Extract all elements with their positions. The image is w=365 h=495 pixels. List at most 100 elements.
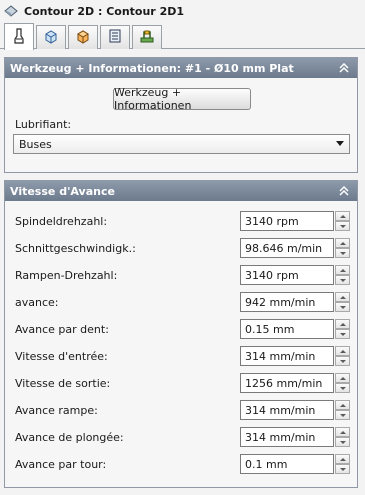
- feed-row-cutting-speed: Schnittgeschwindigk.: 98.646 m/min: [5, 238, 357, 260]
- spin-up-icon: [339, 457, 346, 461]
- collapse-chevron-icon[interactable]: [337, 61, 351, 75]
- spinner: [335, 292, 350, 312]
- feed-row-label: Rampen-Drehzahl:: [15, 269, 118, 282]
- chevron-down-icon: [336, 141, 344, 146]
- linking-icon: [139, 28, 155, 47]
- spin-down-icon: [339, 251, 346, 255]
- spinner: [335, 400, 350, 420]
- tab-linking[interactable]: [132, 25, 162, 49]
- spinner: [335, 238, 350, 258]
- spin-down-button[interactable]: [335, 410, 350, 420]
- spin-down-button[interactable]: [335, 221, 350, 231]
- spinner: [335, 265, 350, 285]
- spin-up-button[interactable]: [335, 373, 350, 383]
- feed-row-label: Avance rampe:: [15, 404, 98, 417]
- feed-row-label: Avance de plongée:: [15, 431, 124, 444]
- collapse-chevron-icon[interactable]: [337, 184, 351, 198]
- feed-panel-title: Vitesse d'Avance: [10, 184, 115, 198]
- plunge-feed-field[interactable]: 314 mm/min: [240, 427, 334, 447]
- feed-row-spindle-speed: Spindeldrehzahl: 3140 rpm: [5, 211, 357, 233]
- tool-panel: Werkzeug + Informationen: #1 - Ø10 mm Pl…: [4, 57, 358, 173]
- tab-geometry[interactable]: [36, 25, 66, 49]
- spin-down-icon: [339, 440, 346, 444]
- feed-per-tooth-field[interactable]: 0.15 mm: [240, 319, 334, 339]
- feed-row-label: avance:: [15, 296, 59, 309]
- spin-up-icon: [339, 430, 346, 434]
- spinner: [335, 211, 350, 231]
- spin-down-button[interactable]: [335, 383, 350, 393]
- spin-up-icon: [339, 403, 346, 407]
- spin-down-button[interactable]: [335, 329, 350, 339]
- strategy-icon: [107, 28, 123, 47]
- feed-row-feed-per-tooth: Avance par dent: 0.15 mm: [5, 319, 357, 341]
- lubrifiant-label: Lubrifiant:: [15, 118, 72, 131]
- feedrate-field[interactable]: 942 mm/min: [240, 292, 334, 312]
- tab-stock[interactable]: [68, 25, 98, 49]
- spin-down-button[interactable]: [335, 356, 350, 366]
- window-title: Contour 2D : Contour 2D1: [24, 4, 185, 18]
- spin-up-icon: [339, 295, 346, 299]
- spin-up-icon: [339, 214, 346, 218]
- feed-row-exit-speed: Vitesse de sortie: 1256 mm/min: [5, 373, 357, 395]
- geometry-box-icon: [43, 28, 59, 47]
- spin-down-icon: [339, 305, 346, 309]
- feed-per-rev-field[interactable]: 0.1 mm: [240, 454, 334, 474]
- feed-panel: Vitesse d'Avance Spindeldrehzahl: 3140 r…: [4, 180, 358, 488]
- entry-speed-field[interactable]: 314 mm/min: [240, 346, 334, 366]
- spin-up-icon: [339, 322, 346, 326]
- feed-row-ramp-speed: Rampen-Drehzahl: 3140 rpm: [5, 265, 357, 287]
- tab-strategy[interactable]: [100, 25, 130, 49]
- feed-row-entry-speed: Vitesse d'entrée: 314 mm/min: [5, 346, 357, 368]
- tab-tool[interactable]: [4, 23, 34, 50]
- feed-row-label: Vitesse de sortie:: [15, 377, 111, 390]
- spin-down-button[interactable]: [335, 437, 350, 447]
- spin-up-button[interactable]: [335, 319, 350, 329]
- spin-down-icon: [339, 224, 346, 228]
- ramp-spindle-speed-field[interactable]: 3140 rpm: [240, 265, 334, 285]
- feed-row-feedrate: avance: 942 mm/min: [5, 292, 357, 314]
- spindle-speed-field[interactable]: 3140 rpm: [240, 211, 334, 231]
- feed-row-label: Avance par tour:: [15, 458, 107, 471]
- spin-up-icon: [339, 241, 346, 245]
- feed-row-plunge-feed: Avance de plongée: 314 mm/min: [5, 427, 357, 449]
- spinner: [335, 373, 350, 393]
- spin-down-icon: [339, 332, 346, 336]
- spin-up-button[interactable]: [335, 346, 350, 356]
- spin-down-button[interactable]: [335, 248, 350, 258]
- feed-row-label: Spindeldrehzahl:: [15, 215, 108, 228]
- spin-down-button[interactable]: [335, 302, 350, 312]
- spinner: [335, 346, 350, 366]
- spin-down-icon: [339, 278, 346, 282]
- spin-down-icon: [339, 359, 346, 363]
- spinner: [335, 427, 350, 447]
- spin-up-button[interactable]: [335, 265, 350, 275]
- contour-icon: [4, 4, 20, 18]
- feed-row-label: Avance par dent:: [15, 323, 109, 336]
- feed-row-label: Schnittgeschwindigk.:: [15, 242, 136, 255]
- feed-panel-header[interactable]: Vitesse d'Avance: [5, 181, 357, 201]
- feed-row-feed-per-rev: Avance par tour: 0.1 mm: [5, 454, 357, 476]
- spin-down-icon: [339, 467, 346, 471]
- spin-down-button[interactable]: [335, 275, 350, 285]
- lubrifiant-value: Buses: [19, 137, 52, 151]
- cutting-speed-field[interactable]: 98.646 m/min: [240, 238, 334, 258]
- spin-up-icon: [339, 268, 346, 272]
- tool-panel-header[interactable]: Werkzeug + Informationen: #1 - Ø10 mm Pl…: [5, 58, 357, 78]
- tool-icon: [12, 27, 26, 47]
- spin-up-button[interactable]: [335, 211, 350, 221]
- spin-up-button[interactable]: [335, 427, 350, 437]
- tool-info-button[interactable]: Werkzeug + Informationen: [113, 86, 251, 112]
- tab-strip: [0, 22, 365, 50]
- feed-row-ramp-feed: Avance rampe: 314 mm/min: [5, 400, 357, 422]
- spin-up-button[interactable]: [335, 400, 350, 410]
- ramp-feed-field[interactable]: 314 mm/min: [240, 400, 334, 420]
- exit-speed-field[interactable]: 1256 mm/min: [240, 373, 334, 393]
- spin-up-button[interactable]: [335, 292, 350, 302]
- spin-up-button[interactable]: [335, 454, 350, 464]
- spin-up-button[interactable]: [335, 238, 350, 248]
- stock-box-icon: [75, 28, 91, 47]
- spin-down-icon: [339, 413, 346, 417]
- spin-down-button[interactable]: [335, 464, 350, 474]
- lubrifiant-select[interactable]: Buses: [13, 134, 350, 154]
- spinner: [335, 454, 350, 474]
